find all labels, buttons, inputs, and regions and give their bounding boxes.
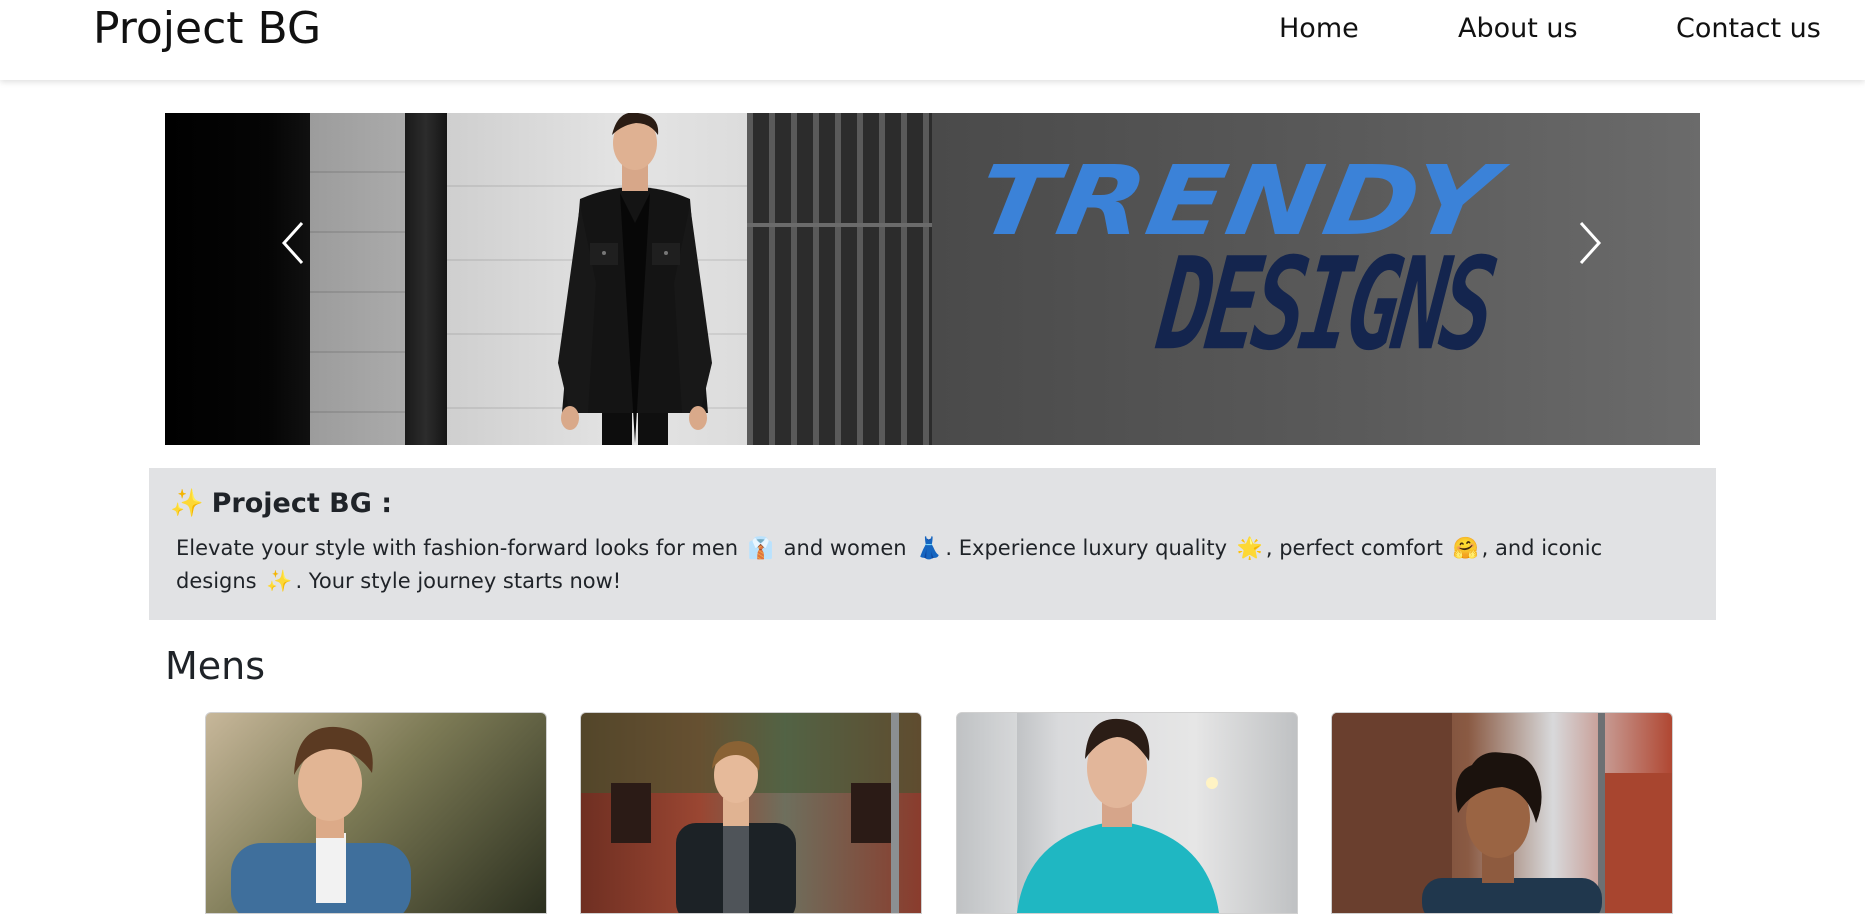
about-text-part: and women bbox=[783, 536, 907, 560]
product-card-mens-2[interactable] bbox=[580, 712, 922, 914]
carousel-dark-edge bbox=[165, 113, 312, 445]
about-section: ✨ Project BG : Elevate your style with fa… bbox=[149, 468, 1716, 620]
nav-link-contact[interactable]: Contact us bbox=[1676, 10, 1821, 48]
man-curly-hair-street-photo bbox=[1332, 713, 1672, 913]
dress-icon: 👗 bbox=[916, 536, 943, 560]
about-title-text: Project BG : bbox=[211, 488, 393, 519]
product-card-mens-3[interactable] bbox=[956, 712, 1298, 914]
man-dark-coat-street-photo bbox=[581, 713, 921, 913]
nav-link-home[interactable]: Home bbox=[1279, 10, 1359, 48]
about-text-part: , perfect comfort bbox=[1265, 536, 1443, 560]
product-card-mens-1[interactable] bbox=[205, 712, 547, 914]
sparkles-icon: ✨ bbox=[266, 569, 293, 593]
banner-subheadline: DESIGNS bbox=[1151, 229, 1499, 379]
chevron-right-icon bbox=[1579, 221, 1602, 265]
product-card-mens-4[interactable] bbox=[1331, 712, 1673, 914]
carousel-prev-button[interactable] bbox=[258, 208, 328, 278]
brand-logo[interactable]: Project BG bbox=[93, 2, 321, 56]
carousel-next-button[interactable] bbox=[1555, 208, 1625, 278]
carousel-window-grid bbox=[747, 113, 937, 445]
carousel-pillar bbox=[405, 113, 447, 445]
about-description: Elevate your style with fashion-forward … bbox=[176, 532, 1676, 598]
about-text-part: . Your style journey starts now! bbox=[295, 569, 622, 593]
man-denim-jacket-photo bbox=[231, 726, 411, 913]
nav-link-about[interactable]: About us bbox=[1458, 10, 1578, 48]
about-title: ✨ Project BG : bbox=[170, 486, 392, 522]
mens-section-title: Mens bbox=[165, 644, 266, 688]
about-text-part: Elevate your style with fashion-forward … bbox=[176, 536, 739, 560]
hero-carousel: TRENDY DESIGNS bbox=[165, 113, 1700, 445]
man-teal-shirt-photo bbox=[957, 713, 1219, 913]
chevron-left-icon bbox=[281, 221, 304, 265]
hug-icon: 🤗 bbox=[1452, 536, 1479, 560]
shirt-icon: 👔 bbox=[747, 536, 774, 560]
navbar: Project BG Home About us Contact us bbox=[0, 0, 1865, 80]
about-text-part: . Experience luxury quality bbox=[945, 536, 1227, 560]
sparkles-icon: ✨ bbox=[170, 488, 204, 519]
star-icon: 🌟 bbox=[1236, 536, 1263, 560]
model-in-black-jacket bbox=[558, 113, 712, 445]
